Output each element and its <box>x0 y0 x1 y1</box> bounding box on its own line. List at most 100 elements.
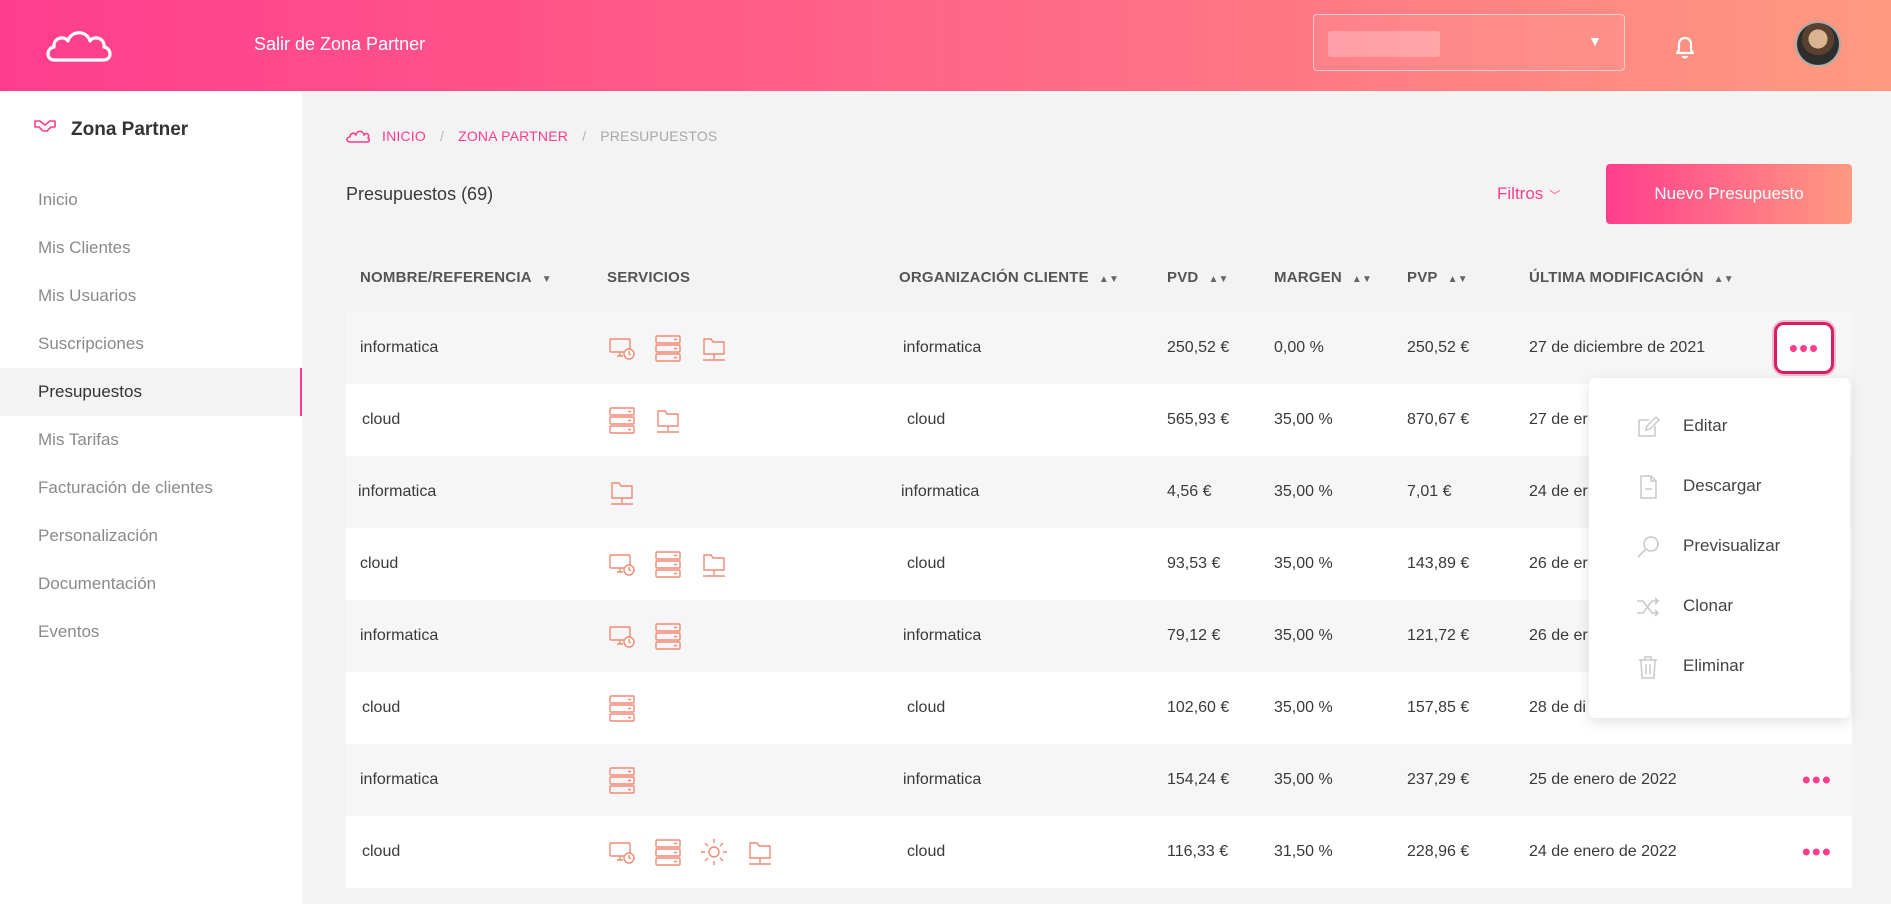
sidebar-item-inicio[interactable]: Inicio <box>0 176 302 224</box>
cell-nombre: cloud <box>362 843 401 860</box>
more-actions-icon[interactable]: ••• <box>1802 765 1832 796</box>
cell-margen: 35,00 % <box>1274 771 1333 788</box>
server-icon <box>609 407 635 434</box>
cell-margen: 35,00 % <box>1274 699 1333 716</box>
sidebar-item-mis-clientes[interactable]: Mis Clientes <box>0 224 302 272</box>
more-actions-icon[interactable]: ••• <box>1802 837 1832 868</box>
folder-network-icon <box>611 482 633 505</box>
more-actions-icon[interactable]: ••• <box>1774 322 1834 374</box>
shuffle-icon <box>1637 597 1660 617</box>
cell-servicios <box>607 477 637 507</box>
server-icon <box>655 335 681 362</box>
cell-organizacion: informatica <box>901 483 980 500</box>
sidebar-item-mis-tarifas[interactable]: Mis Tarifas <box>0 416 302 464</box>
cloud-logo-icon[interactable] <box>44 26 114 64</box>
new-budget-button[interactable]: Nuevo Presupuesto <box>1606 164 1852 224</box>
sidebar-title: Zona Partner <box>71 119 189 140</box>
cell-servicios <box>607 837 775 867</box>
server-icon <box>609 767 635 794</box>
cell-pvp: 237,29 € <box>1407 771 1470 788</box>
column-header-label: ORGANIZACIÓN CLIENTE <box>899 269 1089 286</box>
server-icon <box>655 839 681 866</box>
sidebar-item-documentacion[interactable]: Documentación <box>0 560 302 608</box>
chevron-down-icon: ﹀ <box>1549 190 1561 202</box>
cell-margen: 35,00 % <box>1274 411 1333 428</box>
cell-organizacion: informatica <box>903 339 982 356</box>
cell-organizacion: cloud <box>907 555 946 572</box>
gear-icon <box>701 839 727 865</box>
column-header-servicios: SERVICIOS <box>607 269 690 286</box>
menu-item-descargar[interactable]: Descargar <box>1589 460 1850 514</box>
sidebar-item-eventos[interactable]: Eventos <box>0 608 302 656</box>
filters-toggle[interactable]: Filtros ﹀ <box>1497 184 1560 204</box>
table-row[interactable]: cloud cloud 116,33 € 31,50 % 228,96 € 24 de e… <box>346 816 1852 888</box>
cell-pvd: 116,33 € <box>1167 843 1229 860</box>
cell-nombre: cloud <box>362 699 401 716</box>
sort-icon: ▲▼ <box>1713 274 1734 285</box>
cell-ultima-modificacion: 27 de diciembre de 2021 <box>1529 339 1706 356</box>
chevron-down-icon: ▼ <box>1588 33 1602 49</box>
menu-item-editar[interactable]: Editar <box>1589 400 1850 454</box>
column-header-organizacion[interactable]: ORGANIZACIÓN CLIENTE ▲▼ <box>899 269 1119 286</box>
cell-ultima-modificacion: 28 de di <box>1529 699 1586 716</box>
sidebar-item-mis-usuarios[interactable]: Mis Usuarios <box>0 272 302 320</box>
page-title: Presupuestos (69) <box>346 184 494 204</box>
cell-ultima-modificacion: 26 de er <box>1529 555 1588 572</box>
server-icon <box>609 695 635 722</box>
bell-icon[interactable] <box>1673 34 1697 60</box>
cell-organizacion: informatica <box>903 627 982 644</box>
table-row[interactable]: informatica informatica 154,24 € 35,00 % 237… <box>346 744 1852 816</box>
column-header-margen[interactable]: MARGEN ▲▼ <box>1274 269 1372 286</box>
cell-ultima-modificacion: 24 de er <box>1529 483 1588 500</box>
folder-network-icon <box>703 338 725 361</box>
cell-pvd: 102,60 € <box>1167 699 1230 716</box>
desktop-icon <box>609 842 635 864</box>
cell-organizacion: cloud <box>907 411 946 428</box>
cell-margen: 31,50 % <box>1274 843 1333 860</box>
cell-pvp: 157,85 € <box>1407 699 1470 716</box>
menu-item-eliminar[interactable]: Eliminar <box>1589 640 1850 694</box>
cell-organizacion: informatica <box>903 771 982 788</box>
breadcrumb-inicio[interactable]: INICIO <box>382 128 426 144</box>
trash-icon <box>1639 656 1657 679</box>
cell-pvp: 250,52 € <box>1407 339 1470 356</box>
cell-pvp: 228,96 € <box>1407 843 1470 860</box>
breadcrumb: INICIO / ZONA PARTNER / PRESUPUESTOS <box>346 128 717 144</box>
sidebar-item-personalizacion[interactable]: Personalización <box>0 512 302 560</box>
column-header-pvd[interactable]: PVD ▲▼ <box>1167 269 1229 286</box>
cloud-icon[interactable] <box>346 129 370 143</box>
sidebar-item-facturacion[interactable]: Facturación de clientes <box>0 464 302 512</box>
cell-nombre: informatica <box>360 627 439 644</box>
cell-margen: 0,00 % <box>1274 339 1324 356</box>
cell-servicios <box>607 765 637 795</box>
menu-item-previsualizar[interactable]: Previsualizar <box>1589 520 1850 574</box>
organization-select[interactable]: ▼ <box>1313 14 1625 71</box>
sidebar: Zona Partner Inicio Mis Clientes Mis Usu… <box>0 91 302 904</box>
menu-item-clonar[interactable]: Clonar <box>1589 580 1850 634</box>
sidebar-item-presupuestos[interactable]: Presupuestos <box>0 368 302 416</box>
column-header-nombre[interactable]: NOMBRE/REFERENCIA ▼ <box>360 269 552 286</box>
cell-pvd: 4,56 € <box>1167 483 1212 500</box>
column-header-label: SERVICIOS <box>607 269 691 286</box>
folder-network-icon <box>657 410 679 433</box>
breadcrumb-zona-partner[interactable]: ZONA PARTNER <box>458 128 568 144</box>
cell-margen: 35,00 % <box>1274 627 1333 644</box>
cell-servicios <box>607 621 683 651</box>
cell-servicios <box>607 333 729 363</box>
cell-servicios <box>607 693 637 723</box>
avatar[interactable] <box>1795 21 1841 67</box>
cell-servicios <box>607 405 683 435</box>
column-header-pvp[interactable]: PVP ▲▼ <box>1407 269 1468 286</box>
cell-nombre: informatica <box>358 483 437 500</box>
sort-icon: ▲▼ <box>1447 274 1468 285</box>
breadcrumb-presupuestos: PRESUPUESTOS <box>600 128 718 144</box>
breadcrumb-separator: / <box>582 128 587 144</box>
column-header-ultima-modificacion[interactable]: ÚLTIMA MODIFICACIÓN ▲▼ <box>1529 269 1734 286</box>
cell-pvd: 79,12 € <box>1167 627 1221 644</box>
cell-nombre: cloud <box>360 555 399 572</box>
exit-partner-zone-link[interactable]: Salir de Zona Partner <box>254 34 425 55</box>
table-row[interactable]: informatica informatica 250,52 € 0,00 % 250,… <box>346 312 1852 384</box>
cell-ultima-modificacion: 27 de er <box>1529 411 1588 428</box>
sidebar-item-suscripciones[interactable]: Suscripciones <box>0 320 302 368</box>
cell-nombre: informatica <box>360 339 439 356</box>
